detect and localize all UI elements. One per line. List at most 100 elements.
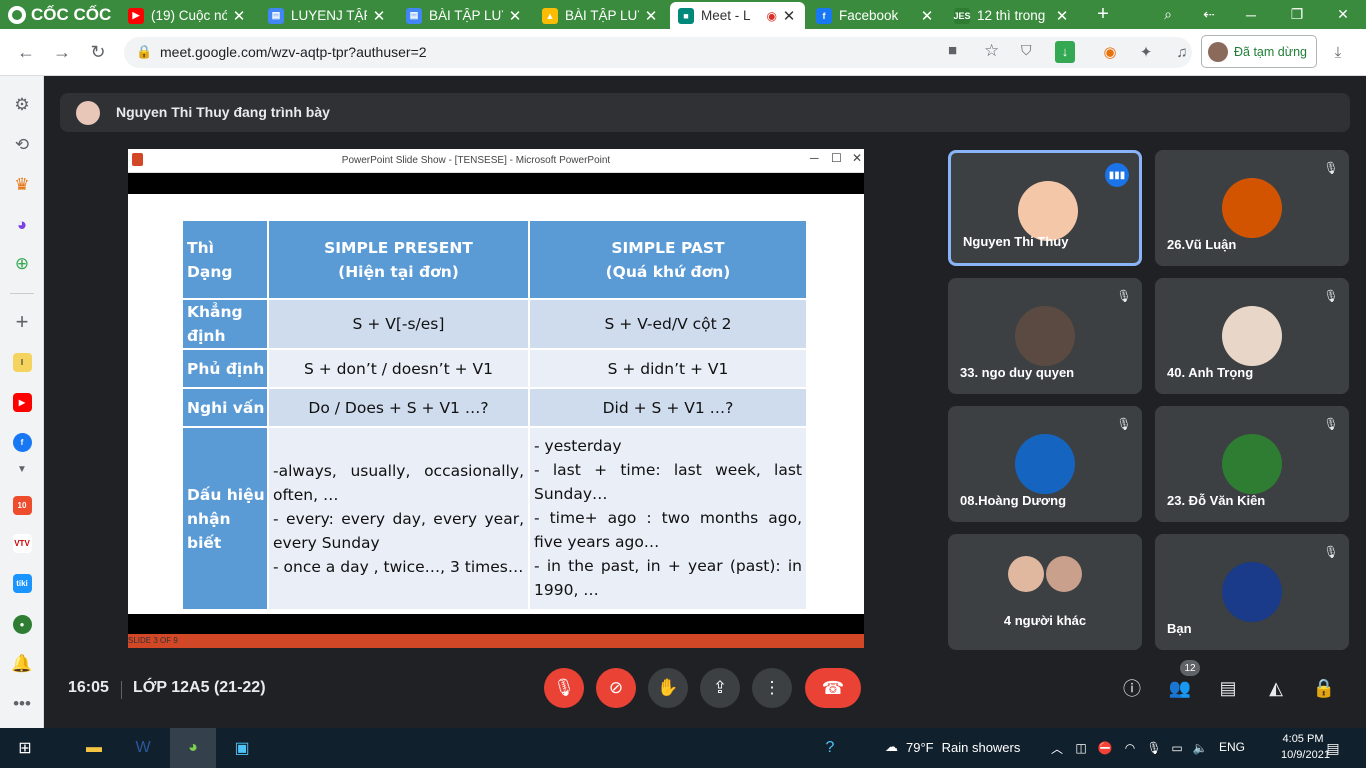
host-controls-lock-icon[interactable]: 🔒: [1311, 675, 1337, 701]
present-screen-button[interactable]: ⇪: [700, 668, 740, 708]
activities-icon[interactable]: ◭: [1263, 675, 1289, 701]
avatar: [1222, 434, 1282, 494]
search-tabs-icon[interactable]: ⌕: [1145, 0, 1191, 29]
participant-tile[interactable]: Nguyen Thi Thuy ▮▮▮: [948, 150, 1142, 266]
recording-indicator-icon: ◉: [766, 8, 777, 23]
tab-5[interactable]: ■ Meet - L ◉ ✕: [670, 2, 805, 29]
shopee-icon[interactable]: 10: [12, 495, 32, 515]
mic-off-icon: 🎙: [553, 678, 575, 697]
participant-tile[interactable]: 4 người khác: [948, 534, 1142, 650]
close-tab-icon[interactable]: ✕: [643, 7, 659, 25]
football-icon[interactable]: ●: [12, 614, 32, 634]
close-tab-icon[interactable]: ✕: [507, 7, 523, 25]
history-icon[interactable]: ⟲: [11, 134, 33, 156]
photos-icon[interactable]: ▣: [229, 736, 255, 760]
tab-title: BÀI TẬP LUY: [565, 8, 639, 23]
bookmark-star-icon[interactable]: ☆: [984, 41, 999, 61]
coccoc-logo[interactable]: CỐC CỐC: [8, 4, 111, 25]
participant-tile[interactable]: 33. ngo duy quyen 🎙: [948, 278, 1142, 394]
participant-tile[interactable]: 08.Hoàng Dương 🎙: [948, 406, 1142, 522]
back-button[interactable]: ←: [13, 39, 39, 65]
tense-table: Thì Dạng SIMPLE PRESENT (Hiện tại đơn) S…: [181, 219, 808, 611]
tray-clock[interactable]: 4:05 PM 10/9/2021: [1281, 731, 1330, 763]
leave-call-button[interactable]: ☎: [805, 668, 861, 708]
crown-icon[interactable]: ♛: [11, 174, 33, 196]
notes-icon[interactable]: I: [12, 352, 32, 372]
coccoc-taskbar-icon[interactable]: ◕: [170, 728, 216, 768]
tab-3[interactable]: ▤ BÀI TẬP LUY ✕: [398, 2, 531, 29]
mic-muted-icon: 🎙: [1323, 417, 1339, 431]
tab-2[interactable]: ▤ LUYENJ TẬP ✕: [260, 2, 395, 29]
maximize-button[interactable]: ❐: [1274, 0, 1320, 29]
youtube-icon[interactable]: ▶: [12, 392, 32, 412]
chevron-down-icon[interactable]: ▼: [11, 458, 33, 480]
participant-tile[interactable]: 26.Vũ Luận 🎙: [1155, 150, 1349, 266]
wifi-icon[interactable]: ◠: [1117, 736, 1143, 760]
add-panel-icon[interactable]: +: [11, 309, 33, 334]
antivirus-icon[interactable]: ⛔: [1092, 736, 1118, 760]
tab-7[interactable]: JES 12 thì trong ✕: [946, 2, 1078, 29]
camera-in-use-icon[interactable]: ■: [948, 42, 957, 59]
avatar: [1222, 562, 1282, 622]
favicon-icon: JES: [954, 7, 971, 24]
present-signal-cell: -always, usually, occasionally, often, ……: [267, 426, 530, 611]
chat-icon[interactable]: ▤: [1215, 675, 1241, 701]
reload-button[interactable]: ↻: [85, 39, 111, 65]
windows-start-icon[interactable]: ⊞: [12, 736, 38, 760]
settings-gear-icon[interactable]: ⚙: [11, 94, 33, 116]
minimize-button[interactable]: ─: [1228, 0, 1274, 29]
close-tab-icon[interactable]: ✕: [919, 7, 935, 25]
presenter-banner: Nguyen Thi Thuy đang trình bày: [60, 93, 1350, 132]
close-tab-icon[interactable]: ✕: [781, 7, 797, 25]
forward-button[interactable]: →: [49, 39, 75, 65]
show-hidden-icons-chevron-icon[interactable]: ︿: [1044, 736, 1070, 760]
vtv-icon[interactable]: VTV: [12, 533, 32, 553]
gamepad-icon[interactable]: ⊕: [11, 253, 33, 275]
participant-tile[interactable]: 40. Anh Trọng 🎙: [1155, 278, 1349, 394]
people-icon[interactable]: 👥: [1167, 675, 1193, 701]
bell-icon[interactable]: 🔔: [11, 653, 33, 675]
close-window-button[interactable]: ✕: [1320, 0, 1366, 29]
facebook-icon[interactable]: f: [12, 432, 32, 452]
close-tab-icon[interactable]: ✕: [231, 7, 247, 25]
extensions-puzzle-icon[interactable]: ✦: [1136, 42, 1156, 62]
more-icon[interactable]: •••: [11, 693, 33, 715]
extension-color-icon[interactable]: ◉: [1100, 42, 1120, 62]
file-explorer-icon[interactable]: ▬: [81, 736, 107, 760]
weather-text: Rain showers: [941, 739, 1021, 755]
tab-1[interactable]: ▶ (19) Cuộc nói ✕: [120, 2, 255, 29]
meeting-details-info-icon[interactable]: ⓘ: [1119, 675, 1145, 701]
messenger-icon[interactable]: ◕: [11, 214, 33, 236]
lock-icon[interactable]: 🔒: [136, 44, 152, 60]
notifications-icon[interactable]: ▤: [1320, 736, 1346, 760]
close-tab-icon[interactable]: ✕: [1054, 7, 1070, 25]
mic-muted-icon: 🎙: [1323, 289, 1339, 303]
help-icon[interactable]: ?: [817, 736, 843, 760]
mic-toggle-button[interactable]: 🎙: [544, 668, 584, 708]
more-options-button[interactable]: ⋮: [752, 668, 792, 708]
word-icon[interactable]: W: [130, 736, 156, 760]
tab-4[interactable]: ▲ BÀI TẬP LUY ✕: [534, 2, 667, 29]
download-video-icon[interactable]: ↓: [1055, 41, 1075, 63]
favicon-icon: ▤: [268, 7, 284, 24]
downloads-icon[interactable]: ⤓: [1328, 42, 1348, 62]
tab-6[interactable]: f Facebook ✕: [808, 2, 943, 29]
raise-hand-button[interactable]: ✋: [648, 668, 688, 708]
profile-button[interactable]: Đã tạm dừng: [1201, 35, 1317, 68]
weather-widget[interactable]: ☁ 79°F Rain showers: [885, 739, 1020, 755]
new-tab-button[interactable]: +: [1080, 0, 1126, 29]
more-vert-icon: ⋮: [763, 678, 781, 697]
language-indicator[interactable]: ENG: [1219, 740, 1245, 754]
camera-toggle-button[interactable]: ⊘: [596, 668, 636, 708]
tiki-icon[interactable]: tiki: [12, 573, 32, 593]
shield-icon[interactable]: ⛉: [1021, 42, 1032, 59]
volume-icon[interactable]: 🔈: [1187, 736, 1213, 760]
address-bar[interactable]: 🔒 meet.google.com/wzv-aqtp-tpr?authuser=…: [124, 37, 1192, 68]
participant-tile[interactable]: 23. Đỗ Văn Kiên 🎙: [1155, 406, 1349, 522]
close-tab-icon[interactable]: ✕: [371, 7, 387, 25]
media-control-icon[interactable]: ♫: [1172, 42, 1192, 62]
back-tab-icon[interactable]: ⇠: [1186, 0, 1232, 29]
meet-tray-icon[interactable]: ◫: [1068, 736, 1094, 760]
ppt-close-icon: ✕: [852, 151, 863, 165]
participant-tile[interactable]: Bạn 🎙: [1155, 534, 1349, 650]
